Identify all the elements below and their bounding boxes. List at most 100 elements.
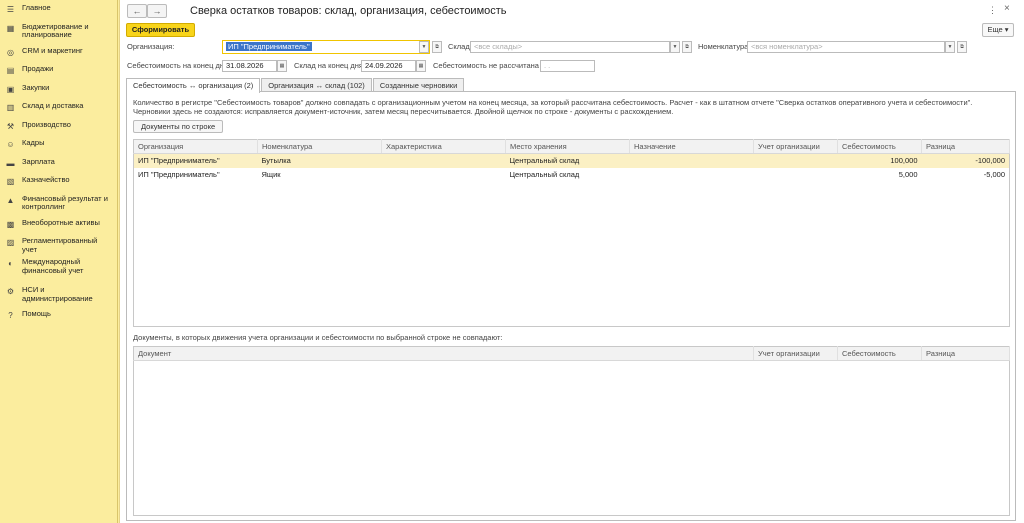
warehouse-open-button[interactable]: ⧉: [682, 41, 692, 53]
salary-icon: ▬: [6, 158, 15, 168]
column-header[interactable]: Учет организации: [753, 139, 838, 154]
warehouse-end-date-field[interactable]: 24.09.2026: [361, 60, 416, 72]
column-header[interactable]: Учет организации: [753, 346, 838, 361]
org-open-button[interactable]: ⧉: [432, 41, 442, 53]
cost-end-date-field[interactable]: 31.08.2026: [222, 60, 277, 72]
docs-by-row-button[interactable]: Документы по строке: [133, 120, 224, 133]
column-header[interactable]: Назначение: [629, 139, 754, 154]
tab-cost-vs-org[interactable]: Себестоимость ↔ организация (2): [126, 78, 261, 93]
sidebar-item-label: НСИ и администрирование: [22, 285, 93, 303]
sidebar-item-assets[interactable]: ▩ Внеоборотные активы: [0, 217, 117, 236]
table-cell: -5,000: [983, 170, 1005, 179]
discrepancy-table[interactable]: Организация Номенклатура Характеристика …: [133, 139, 1010, 327]
table-cell: ИП "Предприниматель": [133, 153, 258, 168]
close-icon[interactable]: ×: [1004, 3, 1010, 14]
documents-table[interactable]: Документ Учет организации Себестоимость …: [133, 346, 1010, 516]
tab-org-vs-warehouse[interactable]: Организация ↔ склад (102): [261, 78, 372, 92]
people-icon: ☺: [6, 140, 15, 149]
column-header[interactable]: Разница: [921, 346, 1010, 361]
sidebar-item-international[interactable]: ◐ Международный финансовый учет: [0, 256, 117, 284]
warehouse-field[interactable]: <все склады>: [470, 41, 670, 53]
generate-button[interactable]: Сформировать: [126, 23, 195, 37]
sidebar-item-salary[interactable]: ▬ Зарплата: [0, 156, 117, 175]
table-cell: 5,000: [898, 170, 918, 179]
column-header[interactable]: Документ: [133, 346, 754, 361]
assets-icon: ▩: [6, 219, 15, 229]
sidebar-item-warehouse[interactable]: ▥ Склад и доставка: [0, 100, 117, 119]
cost-not-calc-label: Себестоимость не рассчитана с:: [433, 61, 547, 70]
table-cell: -100,000: [921, 153, 1010, 168]
sidebar-item-label: Бюджетирование и планирование: [22, 21, 89, 39]
sidebar-item-crm[interactable]: ◎ CRM и маркетинг: [0, 45, 117, 64]
sidebar-item-main[interactable]: ☰ Главное: [0, 2, 117, 21]
table-row[interactable]: ИП "Предприниматель" Бутылка Центральный…: [133, 153, 1010, 168]
sidebar-item-production[interactable]: ⚒ Производство: [0, 119, 117, 138]
title-bar: ← → Сверка остатков товаров: склад, орга…: [120, 0, 1024, 22]
chevron-down-icon: ▼: [421, 44, 427, 50]
arrow-left-icon: ←: [132, 6, 142, 16]
table-filler-row: [134, 182, 1010, 327]
column-header[interactable]: Себестоимость: [837, 139, 922, 154]
calendar-icon: ▦: [418, 63, 424, 69]
column-header[interactable]: Место хранения: [505, 139, 630, 154]
tab-bar: Себестоимость ↔ организация (2) Организа…: [126, 78, 465, 93]
table-row[interactable]: ИП "Предприниматель" Ящик Центральный ск…: [134, 168, 1010, 182]
sidebar-item-sales[interactable]: ▤ Продажи: [0, 63, 117, 82]
org-field[interactable]: ИП "Предприниматель": [222, 40, 430, 54]
page-title: Сверка остатков товаров: склад, организа…: [190, 5, 507, 17]
table-cell: ИП "Предприниматель": [138, 170, 220, 179]
table-filler-row: [134, 361, 1010, 516]
sidebar-item-hr[interactable]: ☺ Кадры: [0, 137, 117, 156]
help-icon: ?: [8, 311, 13, 320]
gear-icon: ⚙: [6, 287, 15, 296]
finance-icon: ▲: [6, 195, 15, 205]
sidebar-item-label: Внеоборотные активы: [22, 217, 100, 227]
column-header[interactable]: Себестоимость: [837, 346, 922, 361]
sidebar-item-label: Склад и доставка: [22, 101, 84, 110]
production-icon: ⚒: [6, 121, 15, 131]
warehouse-icon: ▥: [6, 103, 15, 112]
warehouse-dropdown-button[interactable]: ▼: [670, 41, 680, 53]
table-cell: Бутылка: [257, 153, 382, 168]
sidebar-item-help[interactable]: ? Помощь: [0, 308, 117, 327]
table-cell: Центральный склад: [505, 153, 630, 168]
purchases-icon: ▣: [6, 84, 15, 94]
sidebar-item-purchases[interactable]: ▣ Закупки: [0, 82, 117, 101]
cost-not-calc-date-field[interactable]: . .: [540, 60, 595, 72]
sales-icon: ▤: [6, 66, 15, 75]
forward-button[interactable]: →: [147, 4, 167, 18]
sidebar-item-label: Продажи: [22, 64, 54, 73]
sidebar: ☰ Главное ▦ Бюджетирование и планирование …: [0, 0, 118, 523]
nomenclature-open-button[interactable]: ⧉: [957, 41, 967, 53]
tab-panel: Количество в регистре "Себестоимость тов…: [126, 91, 1016, 521]
sidebar-item-finance[interactable]: ▲ Финансовый результат и контроллинг: [0, 193, 117, 217]
nomenclature-dropdown-button[interactable]: ▼: [945, 41, 955, 53]
more-dots-icon[interactable]: ⋮: [988, 5, 997, 16]
warehouse-end-calendar-button[interactable]: ▦: [416, 60, 426, 72]
crm-icon: ◎: [7, 47, 14, 57]
documents-caption: Документы, в которых движения учета орга…: [133, 333, 503, 342]
chevron-down-icon: ▼: [947, 44, 953, 50]
column-header[interactable]: Организация: [133, 139, 258, 154]
cost-end-calendar-button[interactable]: ▦: [277, 60, 287, 72]
more-button[interactable]: Еще ▾: [982, 23, 1014, 37]
column-header[interactable]: Характеристика: [381, 139, 506, 154]
sidebar-item-label: Зарплата: [22, 156, 55, 166]
tab-created-drafts[interactable]: Созданные черновики: [372, 78, 465, 92]
arrow-right-icon: →: [152, 6, 162, 16]
table-cell: [629, 153, 754, 168]
sidebar-item-budgeting[interactable]: ▦ Бюджетирование и планирование: [0, 21, 117, 45]
sidebar-item-regulated[interactable]: ▨ Регламентированный учет: [0, 235, 117, 256]
sidebar-item-admin[interactable]: ⚙ НСИ и администрирование: [0, 284, 117, 308]
column-header[interactable]: Разница: [921, 139, 1010, 154]
sidebar-item-label: Финансовый результат и контроллинг: [22, 193, 108, 211]
org-dropdown-button[interactable]: ▼: [419, 41, 429, 53]
budget-icon: ▦: [6, 23, 15, 33]
back-button[interactable]: ←: [127, 4, 147, 18]
sidebar-item-label: Главное: [22, 3, 51, 12]
column-header[interactable]: Номенклатура: [257, 139, 382, 154]
nomenclature-field[interactable]: <вся номенклатура>: [747, 41, 945, 53]
sidebar-item-label: Закупки: [22, 82, 50, 92]
table-cell: [382, 168, 506, 182]
sidebar-item-treasury[interactable]: ▧ Казначейство: [0, 174, 117, 193]
